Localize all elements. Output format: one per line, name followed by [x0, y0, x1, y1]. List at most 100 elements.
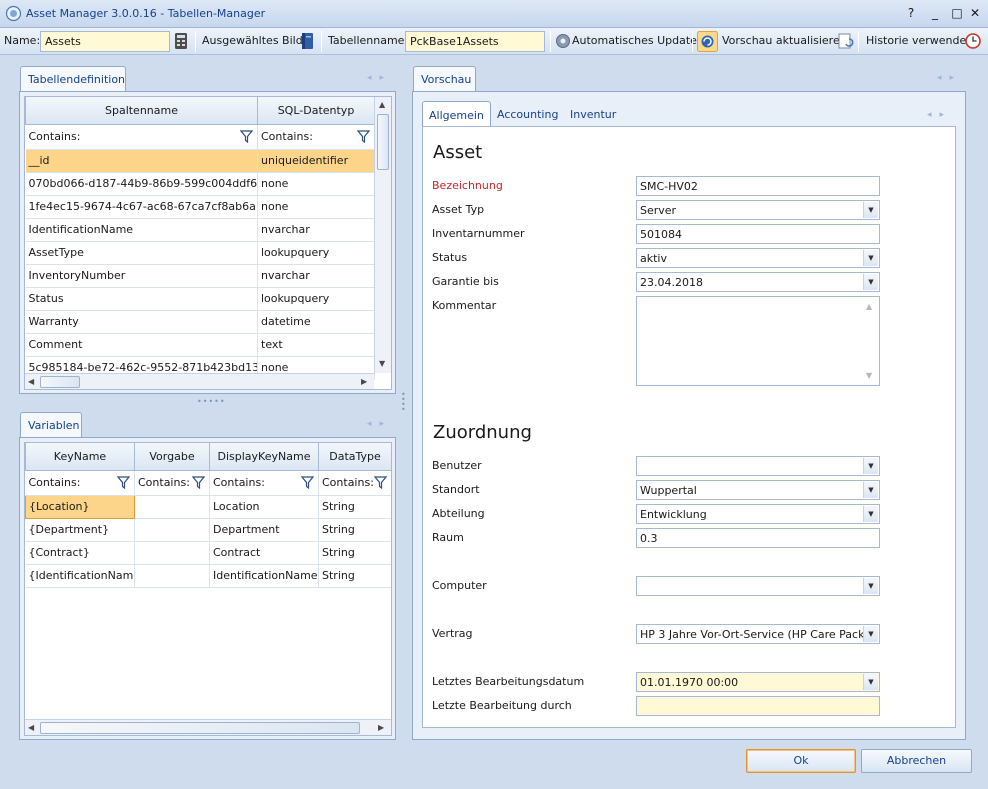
standort-select[interactable]: Wuppertal ▼ — [636, 480, 880, 500]
filter-cell[interactable]: Contains: — [318, 470, 391, 496]
minimize-button[interactable]: _ — [926, 5, 944, 21]
scroll-thumb[interactable] — [377, 114, 389, 170]
column-header-sql-datentyp[interactable]: SQL-Datentyp — [257, 97, 375, 125]
filter-cell[interactable]: Contains: — [134, 470, 210, 496]
tab-tabellendefinition[interactable]: Tabellendefinition — [20, 66, 126, 92]
history-toggle[interactable]: Historie verwenden — [866, 34, 973, 47]
column-header-vorgabe[interactable]: Vorgabe — [134, 443, 210, 471]
filter-icon[interactable] — [192, 475, 205, 489]
chevron-down-icon[interactable]: ▼ — [863, 482, 878, 498]
refresh-preview-button[interactable]: Vorschau aktualisieren — [722, 34, 847, 47]
letzte-bearbeitung-durch-input[interactable] — [636, 696, 880, 716]
horizontal-scrollbar[interactable]: ◀ ▶ — [25, 719, 391, 735]
close-button[interactable]: ✕ — [966, 5, 984, 21]
table-row[interactable]: {Contract} Contract String — [25, 541, 391, 565]
bezeichnung-input[interactable]: SMC-HV02 — [636, 176, 880, 196]
panel-nav-arrows[interactable]: ◂▸ — [937, 73, 962, 83]
chevron-down-icon[interactable]: ▼ — [863, 506, 878, 522]
splitter-grip[interactable]: ••••• — [197, 397, 226, 406]
chevron-down-icon[interactable]: ▼ — [863, 578, 878, 594]
filter-cell[interactable]: Contains: — [209, 470, 319, 496]
scroll-down-icon[interactable]: ▼ — [379, 359, 385, 368]
ok-button[interactable]: Ok — [746, 749, 856, 773]
toolbar: Name: Assets Ausgewähltes Bild: Tabellen… — [0, 28, 988, 55]
variables-panel: KeyName Vorgabe DisplayKeyName DataType … — [19, 437, 396, 740]
scroll-up-icon[interactable]: ▲ — [379, 100, 385, 109]
table-row[interactable]: IdentificationName nvarchar — [25, 218, 375, 242]
table-row[interactable]: InventoryNumber nvarchar — [25, 264, 375, 288]
filter-icon[interactable] — [301, 475, 314, 489]
table-row[interactable]: __id uniqueidentifier — [25, 149, 375, 173]
table-row[interactable]: Comment text — [25, 333, 375, 357]
table-row[interactable]: {IdentificationName}IdentificationNameSt… — [25, 564, 391, 588]
horizontal-scrollbar[interactable]: ◀ ▶ — [25, 373, 374, 389]
tab-allgemein[interactable]: Allgemein — [422, 101, 491, 127]
label-garantie-bis: Garantie bis — [432, 275, 499, 288]
column-header-displaykeyname[interactable]: DisplayKeyName — [209, 443, 319, 471]
tablename-input[interactable]: PckBase1Assets — [405, 31, 545, 52]
filter-cell[interactable]: Contains: — [257, 124, 375, 150]
computer-select[interactable]: ▼ — [636, 576, 880, 596]
garantie-date-picker[interactable]: 23.04.2018 ▼ — [636, 272, 880, 292]
name-input[interactable]: Assets — [40, 31, 170, 52]
filter-icon[interactable] — [357, 129, 370, 143]
table-row[interactable]: {Department} Department String — [25, 518, 391, 542]
vertrag-select[interactable]: HP 3 Jahre Vor-Ort-Service (HP Care Pack… — [636, 624, 880, 644]
raum-input[interactable]: 0.3 — [636, 528, 880, 548]
status-select[interactable]: aktiv ▼ — [636, 248, 880, 268]
maximize-button[interactable]: □ — [948, 5, 966, 21]
tab-vorschau[interactable]: Vorschau — [413, 66, 476, 92]
vertical-scrollbar[interactable]: ▲ ▼ — [374, 97, 391, 373]
asset-typ-select[interactable]: Server ▼ — [636, 200, 880, 220]
calculator-icon[interactable] — [172, 32, 190, 50]
auto-update-toggle[interactable]: Automatisches Update — [572, 34, 697, 47]
benutzer-select[interactable]: ▼ — [636, 456, 880, 476]
scroll-left-icon[interactable]: ◀ — [28, 377, 34, 386]
table-row[interactable]: Status lookupquery — [25, 287, 375, 311]
panel-nav-arrows[interactable]: ◂▸ — [367, 73, 392, 83]
chevron-down-icon[interactable]: ▼ — [863, 274, 878, 290]
abteilung-select[interactable]: Entwicklung ▼ — [636, 504, 880, 524]
tab-accounting[interactable]: Accounting — [491, 101, 564, 127]
tab-variablen[interactable]: Variablen — [20, 412, 82, 438]
table-row[interactable]: 070bd066-d187-44b9-86b9-599c004ddf68 none — [25, 172, 375, 196]
vertical-splitter-grip[interactable]: • • • • — [401, 391, 406, 414]
table-row[interactable]: {Location} Location String — [25, 494, 391, 519]
chevron-down-icon[interactable]: ▼ — [863, 458, 878, 474]
tab-inventur[interactable]: Inventur — [564, 101, 622, 127]
filter-cell[interactable]: Contains: — [25, 470, 135, 496]
refresh-preview-icon[interactable] — [697, 31, 718, 52]
filter-icon[interactable] — [117, 475, 130, 489]
cancel-button[interactable]: Abbrechen — [861, 749, 972, 773]
help-button[interactable]: ? — [902, 5, 920, 21]
chevron-down-icon[interactable]: ▼ — [863, 626, 878, 642]
filter-icon[interactable] — [240, 129, 253, 143]
scroll-left-icon[interactable]: ◀ — [28, 723, 34, 732]
letztes-bearbeitungsdatum-picker[interactable]: 01.01.1970 00:00 ▼ — [636, 672, 880, 692]
table-row[interactable]: 1fe4ec15-9674-4c67-ac68-67ca7cf8ab6a none — [25, 195, 375, 219]
subtab-nav-arrows[interactable]: ◂▸ — [927, 110, 952, 120]
column-header-keyname[interactable]: KeyName — [25, 443, 135, 471]
chevron-down-icon[interactable]: ▼ — [863, 202, 878, 218]
kommentar-textarea[interactable]: ▲ ▼ — [636, 296, 880, 386]
scroll-up-icon[interactable]: ▲ — [866, 302, 872, 311]
scroll-thumb[interactable] — [40, 722, 360, 734]
column-header-datatype[interactable]: DataType — [318, 443, 391, 471]
book-icon[interactable] — [298, 32, 316, 50]
scroll-thumb[interactable] — [40, 376, 80, 388]
table-row[interactable]: Warranty datetime — [25, 310, 375, 334]
filter-cell[interactable]: Contains: — [25, 124, 258, 150]
scroll-down-icon[interactable]: ▼ — [866, 371, 872, 380]
chevron-down-icon[interactable]: ▼ — [863, 674, 878, 690]
scroll-right-icon[interactable]: ▶ — [361, 377, 367, 386]
column-header-spaltenname[interactable]: Spaltenname — [25, 97, 258, 125]
panel-nav-arrows[interactable]: ◂▸ — [367, 419, 392, 429]
page-refresh-icon[interactable] — [837, 32, 855, 50]
chevron-down-icon[interactable]: ▼ — [863, 250, 878, 266]
label-inventarnummer: Inventarnummer — [432, 227, 525, 240]
table-row[interactable]: AssetType lookupquery — [25, 241, 375, 265]
scroll-right-icon[interactable]: ▶ — [378, 723, 384, 732]
filter-icon[interactable] — [374, 475, 387, 489]
window-title: Asset Manager 3.0.0.16 - Tabellen-Manage… — [26, 7, 266, 20]
inventarnummer-input[interactable]: 501084 — [636, 224, 880, 244]
